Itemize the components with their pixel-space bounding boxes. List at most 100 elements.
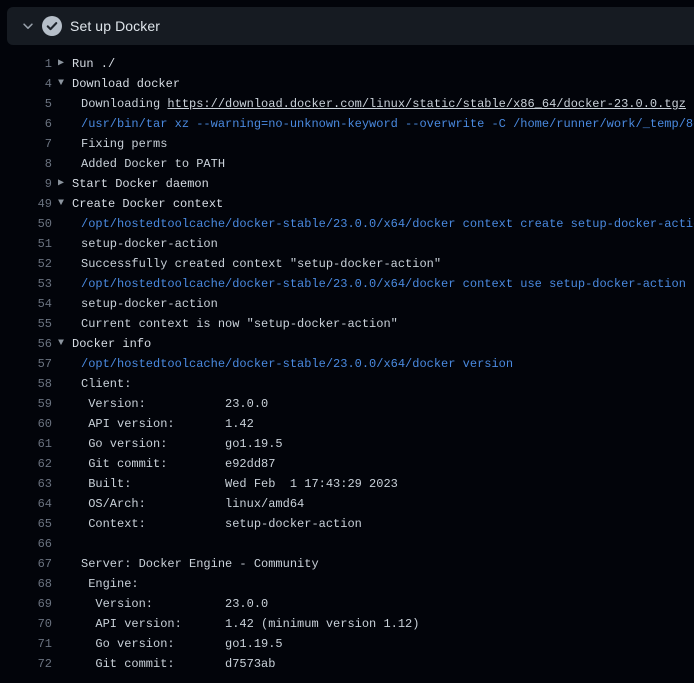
log-text: Built: Wed Feb 1 17:43:29 2023: [81, 474, 398, 494]
step-header[interactable]: Set up Docker: [7, 7, 694, 45]
command-text: /opt/hostedtoolcache/docker-stable/23.0.…: [81, 354, 513, 374]
gutter-spacer: [52, 454, 70, 474]
line-number[interactable]: 9: [0, 174, 52, 194]
log-text: Added Docker to PATH: [81, 154, 225, 174]
log-group-row[interactable]: 1▶Run ./: [0, 54, 694, 74]
log-text: Go version: go1.19.5: [81, 434, 283, 454]
line-number[interactable]: 53: [0, 274, 52, 294]
gutter-spacer: [52, 134, 70, 154]
line-number[interactable]: 5: [0, 94, 52, 114]
group-title: Docker info: [72, 334, 151, 354]
log-line-row: 8 Added Docker to PATH: [0, 154, 694, 174]
log-line-row: 51setup-docker-action: [0, 234, 694, 254]
gutter-spacer: [52, 154, 70, 174]
log-text: Version: 23.0.0: [81, 394, 268, 414]
log-line-row: 68 Engine:: [0, 574, 694, 594]
log-line-row: 65 Context: setup-docker-action: [0, 514, 694, 534]
line-number[interactable]: 50: [0, 214, 52, 234]
group-title: Run ./: [72, 54, 115, 74]
command-text: /usr/bin/tar xz --warning=no-unknown-key…: [81, 114, 694, 134]
line-number[interactable]: 65: [0, 514, 52, 534]
log-text: Engine:: [81, 574, 139, 594]
log-line-row: 54setup-docker-action: [0, 294, 694, 314]
line-number[interactable]: 70: [0, 614, 52, 634]
group-collapsed-chevron-icon[interactable]: ▶: [52, 174, 70, 194]
gutter-spacer: [52, 374, 70, 394]
log-line-row: 63 Built: Wed Feb 1 17:43:29 2023: [0, 474, 694, 494]
line-number[interactable]: 58: [0, 374, 52, 394]
log-line-row: 72 Git commit: d7573ab: [0, 654, 694, 674]
log-line-row: 6/usr/bin/tar xz --warning=no-unknown-ke…: [0, 114, 694, 134]
log-line-row: 59 Version: 23.0.0: [0, 394, 694, 414]
group-title: Start Docker daemon: [72, 174, 209, 194]
log-line-row: 50/opt/hostedtoolcache/docker-stable/23.…: [0, 214, 694, 234]
log-link[interactable]: https://download.docker.com/linux/static…: [167, 97, 685, 111]
log-group-row[interactable]: 56▼Docker info: [0, 334, 694, 354]
log-group-row[interactable]: 4▼Download docker: [0, 74, 694, 94]
group-expanded-chevron-icon[interactable]: ▼: [52, 194, 70, 214]
line-number[interactable]: 69: [0, 594, 52, 614]
log-group-row[interactable]: 49▼Create Docker context: [0, 194, 694, 214]
gutter-spacer: [52, 534, 70, 554]
line-number[interactable]: 54: [0, 294, 52, 314]
group-expanded-chevron-icon[interactable]: ▼: [52, 74, 70, 94]
log-text: API version: 1.42: [81, 414, 254, 434]
line-number[interactable]: 56: [0, 334, 52, 354]
gutter-spacer: [52, 494, 70, 514]
line-number[interactable]: 60: [0, 414, 52, 434]
log-line-row: 70 API version: 1.42 (minimum version 1.…: [0, 614, 694, 634]
line-number[interactable]: 52: [0, 254, 52, 274]
log-line-row: 5 Downloading https://download.docker.com…: [0, 94, 694, 114]
log-text: Successfully created context "setup-dock…: [81, 254, 441, 274]
log-text: Context: setup-docker-action: [81, 514, 362, 534]
gutter-spacer: [52, 574, 70, 594]
line-number[interactable]: 59: [0, 394, 52, 414]
log-text-with-link: Downloading https://download.docker.com/…: [81, 94, 686, 114]
line-number[interactable]: 71: [0, 634, 52, 654]
line-number[interactable]: 66: [0, 534, 52, 554]
line-number[interactable]: 8: [0, 154, 52, 174]
log-line-row: 58Client:: [0, 374, 694, 394]
log-line-row: 66: [0, 534, 694, 554]
gutter-spacer: [52, 554, 70, 574]
log-text: API version: 1.42 (minimum version 1.12): [81, 614, 419, 634]
group-expanded-chevron-icon[interactable]: ▼: [52, 334, 70, 354]
line-number[interactable]: 62: [0, 454, 52, 474]
chevron-down-icon[interactable]: [20, 19, 35, 34]
line-number[interactable]: 55: [0, 314, 52, 334]
gutter-spacer: [52, 294, 70, 314]
line-number[interactable]: 4: [0, 74, 52, 94]
line-number[interactable]: 68: [0, 574, 52, 594]
gutter-spacer: [52, 274, 70, 294]
log-text: Go version: go1.19.5: [81, 634, 283, 654]
line-number[interactable]: 72: [0, 654, 52, 674]
line-number[interactable]: 61: [0, 434, 52, 454]
step-title: Set up Docker: [70, 18, 160, 34]
group-title: Create Docker context: [72, 194, 223, 214]
gutter-spacer: [52, 354, 70, 374]
line-number[interactable]: 6: [0, 114, 52, 134]
log-text: Git commit: d7573ab: [81, 654, 275, 674]
line-number[interactable]: 57: [0, 354, 52, 374]
line-number[interactable]: 67: [0, 554, 52, 574]
command-text: /opt/hostedtoolcache/docker-stable/23.0.…: [81, 214, 694, 234]
log-line-row: 57/opt/hostedtoolcache/docker-stable/23.…: [0, 354, 694, 374]
gutter-spacer: [52, 114, 70, 134]
log-text: Current context is now "setup-docker-act…: [81, 314, 398, 334]
log-text: Server: Docker Engine - Community: [81, 554, 319, 574]
line-number[interactable]: 51: [0, 234, 52, 254]
gutter-spacer: [52, 254, 70, 274]
log-lines: 1▶Run ./4▼Download docker5Downloading ht…: [0, 54, 694, 674]
line-number[interactable]: 63: [0, 474, 52, 494]
line-number[interactable]: 7: [0, 134, 52, 154]
log-line-row: 64 OS/Arch: linux/amd64: [0, 494, 694, 514]
log-line-row: 7Fixing perms: [0, 134, 694, 154]
line-number[interactable]: 1: [0, 54, 52, 74]
log-text: Git commit: e92dd87: [81, 454, 275, 474]
line-number[interactable]: 49: [0, 194, 52, 214]
log-line-row: 71 Go version: go1.19.5: [0, 634, 694, 654]
line-number[interactable]: 64: [0, 494, 52, 514]
log-group-row[interactable]: 9▶Start Docker daemon: [0, 174, 694, 194]
log-line-row: 52 Successfully created context "setup-do…: [0, 254, 694, 274]
group-collapsed-chevron-icon[interactable]: ▶: [52, 54, 70, 74]
